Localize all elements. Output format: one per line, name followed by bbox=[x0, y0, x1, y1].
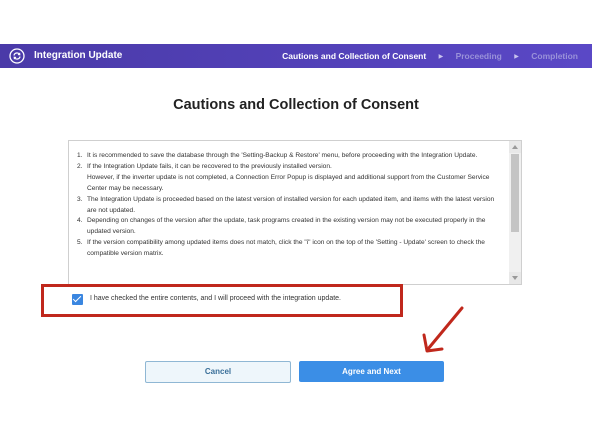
step-arrow-icon: ▶ bbox=[514, 53, 519, 60]
consent-highlight: I have checked the entire contents, and … bbox=[41, 284, 403, 317]
agree-next-button[interactable]: Agree and Next bbox=[299, 361, 444, 382]
item-text: If the Integration Update fails, it can … bbox=[87, 162, 332, 170]
consent-label[interactable]: I have checked the entire contents, and … bbox=[90, 293, 341, 305]
item-number: 2. bbox=[77, 162, 83, 170]
list-item: 3. The Integration Update is proceeded b… bbox=[77, 195, 503, 217]
step-consent: Cautions and Collection of Consent bbox=[282, 51, 427, 61]
page-title: Cautions and Collection of Consent bbox=[173, 97, 419, 113]
item-number: 5. bbox=[77, 239, 83, 247]
step-arrow-icon: ▶ bbox=[438, 53, 444, 60]
sync-icon bbox=[9, 48, 25, 64]
item-number bbox=[77, 173, 87, 195]
list-item: 4. Depending on changes of the version a… bbox=[77, 216, 503, 238]
item-text: It is recommended to save the database t… bbox=[87, 152, 478, 159]
item-number: 1. bbox=[77, 152, 83, 159]
step-proceeding: Proceeding bbox=[455, 51, 502, 61]
list-item: 1. It is recommended to save the databas… bbox=[77, 151, 503, 162]
app-title: Integration Update bbox=[34, 50, 123, 61]
list-item: 5. If the version compatibility among up… bbox=[77, 238, 503, 260]
item-text: The Integration Update is proceeded base… bbox=[87, 195, 495, 214]
list-item: However, if the inverter update is not c… bbox=[77, 173, 503, 195]
cautions-list: 1. It is recommended to save the databas… bbox=[77, 151, 503, 260]
item-text: If the version compatibility among updat… bbox=[87, 239, 485, 258]
item-text: However, if the inverter update is not c… bbox=[87, 173, 490, 192]
step-completion: Completion bbox=[531, 51, 578, 61]
scroll-down-icon[interactable] bbox=[509, 272, 521, 284]
header-bar: Integration Update Cautions and Collecti… bbox=[0, 44, 592, 68]
scrollbar[interactable] bbox=[509, 141, 521, 284]
cancel-button[interactable]: Cancel bbox=[145, 361, 291, 383]
scroll-up-icon[interactable] bbox=[509, 141, 521, 153]
scroll-thumb[interactable] bbox=[511, 154, 519, 232]
list-item: 2. If the Integration Update fails, it c… bbox=[77, 162, 503, 173]
item-number: 3. bbox=[77, 195, 83, 203]
annotation-arrow-icon bbox=[422, 306, 464, 353]
cautions-scroll-box[interactable]: 1. It is recommended to save the databas… bbox=[68, 140, 522, 285]
item-number: 4. bbox=[77, 217, 83, 225]
step-indicator: Cautions and Collection of Consent ▶ Pro… bbox=[282, 49, 578, 64]
consent-checkbox[interactable] bbox=[72, 294, 83, 305]
item-text: Depending on changes of the version afte… bbox=[87, 217, 486, 236]
